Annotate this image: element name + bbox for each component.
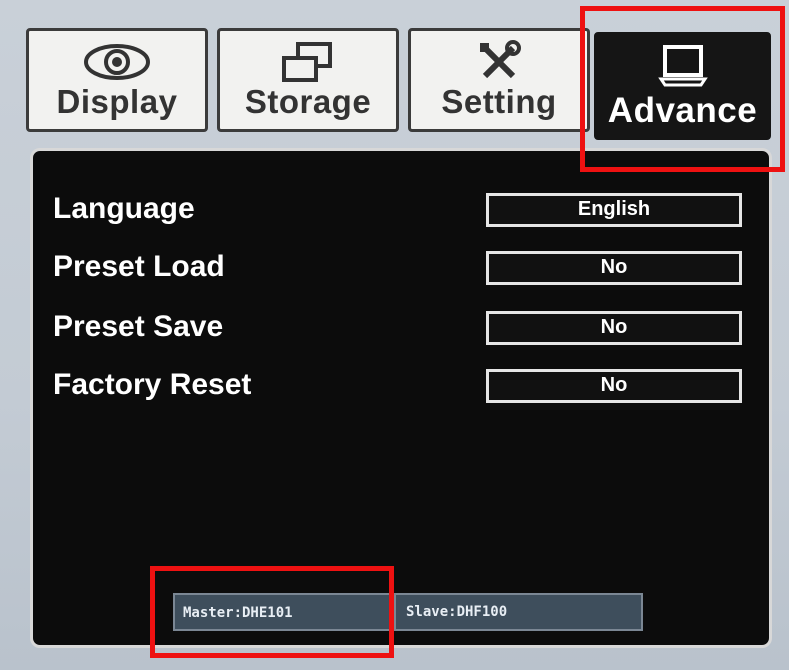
highlight-box-master xyxy=(150,566,394,658)
factory-reset-value[interactable]: No xyxy=(486,369,742,403)
tab-setting[interactable]: Setting xyxy=(408,28,590,132)
tab-storage-label: Storage xyxy=(244,83,372,120)
tab-display[interactable]: Display xyxy=(26,28,208,132)
tab-setting-label: Setting xyxy=(441,83,557,120)
eye-icon xyxy=(29,41,205,83)
setting-row-preset-load: Preset Load No xyxy=(53,247,742,287)
preset-save-label: Preset Save xyxy=(53,310,224,343)
preset-load-label: Preset Load xyxy=(53,250,225,283)
advance-settings-panel: Language English Preset Load No Preset S… xyxy=(30,148,772,648)
setting-row-factory-reset: Factory Reset No xyxy=(53,365,742,405)
status-divider xyxy=(394,595,396,629)
setting-row-preset-save: Preset Save No xyxy=(53,307,742,347)
tools-icon xyxy=(411,40,587,83)
tab-storage[interactable]: Storage xyxy=(217,28,399,132)
factory-reset-label: Factory Reset xyxy=(53,368,252,401)
preset-save-value[interactable]: No xyxy=(486,311,742,345)
overlapping-windows-icon xyxy=(220,41,396,83)
setting-row-language: Language English xyxy=(53,189,742,229)
language-value[interactable]: English xyxy=(486,193,742,227)
monitor-screen: Display Storage Setting Advance Language… xyxy=(0,0,789,670)
tab-display-label: Display xyxy=(56,83,178,120)
slave-device-status: Slave:DHF100 xyxy=(406,604,508,620)
preset-load-value[interactable]: No xyxy=(486,251,742,285)
language-label: Language xyxy=(53,192,195,225)
highlight-box-advance-tab xyxy=(580,6,785,172)
